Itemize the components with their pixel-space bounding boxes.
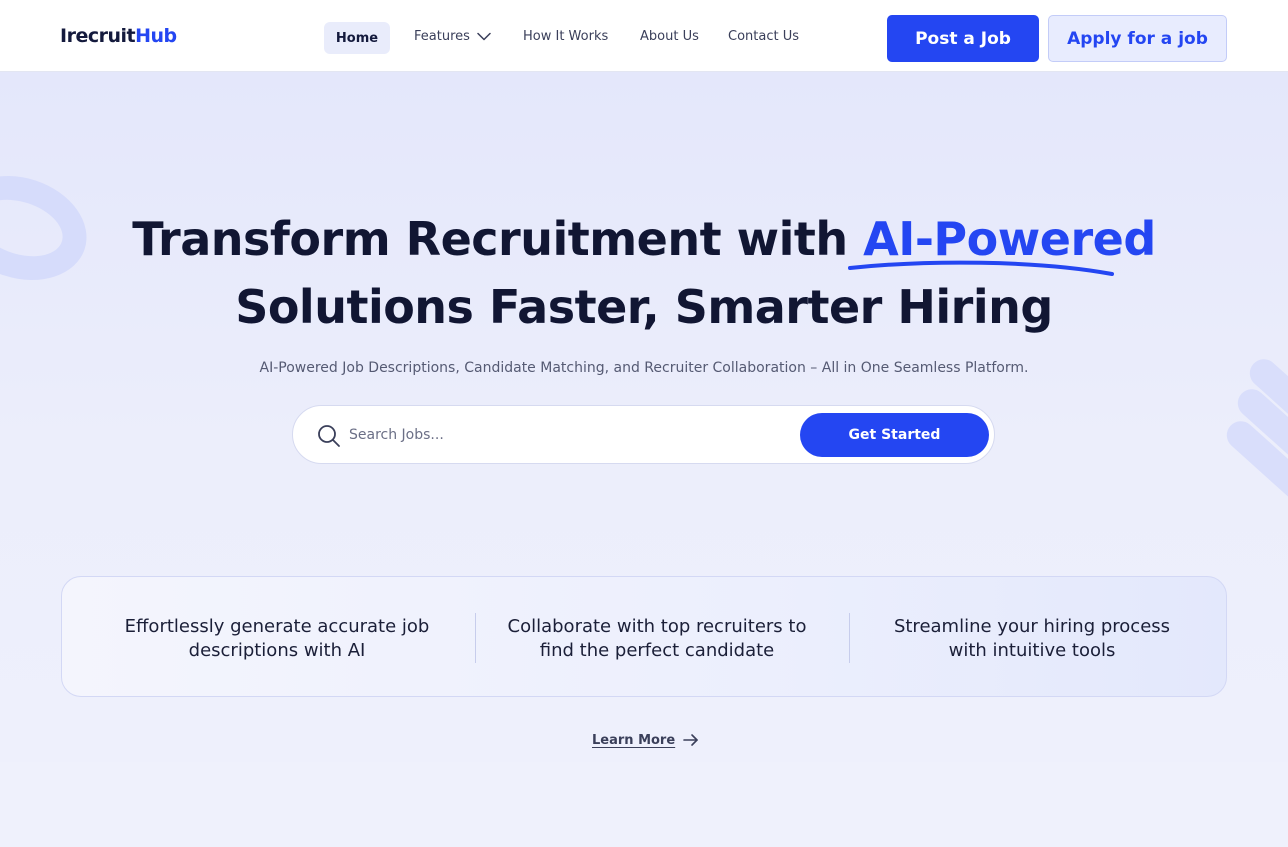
feature-item: Streamline your hiring process with intu… [857,615,1207,663]
landing-page: IrecruitHub Home Features How It Works A… [0,0,1288,847]
features-summary-card: Effortlessly generate accurate job descr… [61,576,1227,697]
feature-text-line: descriptions with AI [188,640,366,661]
hero-bottom-band [0,762,1288,847]
learn-more-link[interactable]: Learn More [592,730,699,750]
logo-text-primary: Irecruit [60,25,136,47]
post-job-button[interactable]: Post a Job [887,15,1039,62]
feature-divider [849,613,850,663]
hero-headline-text: Transform Recruitment with [132,212,864,266]
nav-item-features-label: Features [414,29,470,44]
feature-divider [475,613,476,663]
top-navigation-bar: IrecruitHub Home Features How It Works A… [0,0,1288,72]
nav-item-about-us[interactable]: About Us [640,29,699,44]
hero-subtitle: AI-Powered Job Descriptions, Candidate M… [259,360,1029,376]
chevron-down-icon [477,32,491,41]
learn-more-label: Learn More [592,732,676,748]
nav-item-home[interactable]: Home [324,22,390,54]
feature-text-line: find the perfect candidate [539,640,775,661]
logo-text-accent: Hub [135,25,177,47]
feature-item: Effortlessly generate accurate job descr… [102,615,452,663]
feature-text-line: Effortlessly generate accurate job [124,616,430,637]
apply-job-button[interactable]: Apply for a job [1048,15,1227,62]
feature-text-line: Collaborate with top recruiters to [507,616,807,637]
hero-headline-line-2: Solutions Faster, Smarter Hiring [235,280,1053,334]
feature-text-line: Streamline your hiring process [893,616,1171,637]
feature-text-line: with intuitive tools [948,640,1116,661]
nav-item-features[interactable]: Features [414,29,491,44]
nav-item-contact-us[interactable]: Contact Us [728,29,799,44]
brand-logo[interactable]: IrecruitHub [60,25,177,47]
nav-item-how-it-works[interactable]: How It Works [523,29,608,44]
highlight-underline-stroke [848,260,1114,276]
get-started-button[interactable]: Get Started [800,413,989,457]
job-search-bar: Get Started [292,405,995,464]
search-icon [318,425,340,447]
search-input[interactable] [349,422,779,448]
arrow-right-icon [683,734,698,746]
feature-item: Collaborate with top recruiters to find … [482,615,832,663]
